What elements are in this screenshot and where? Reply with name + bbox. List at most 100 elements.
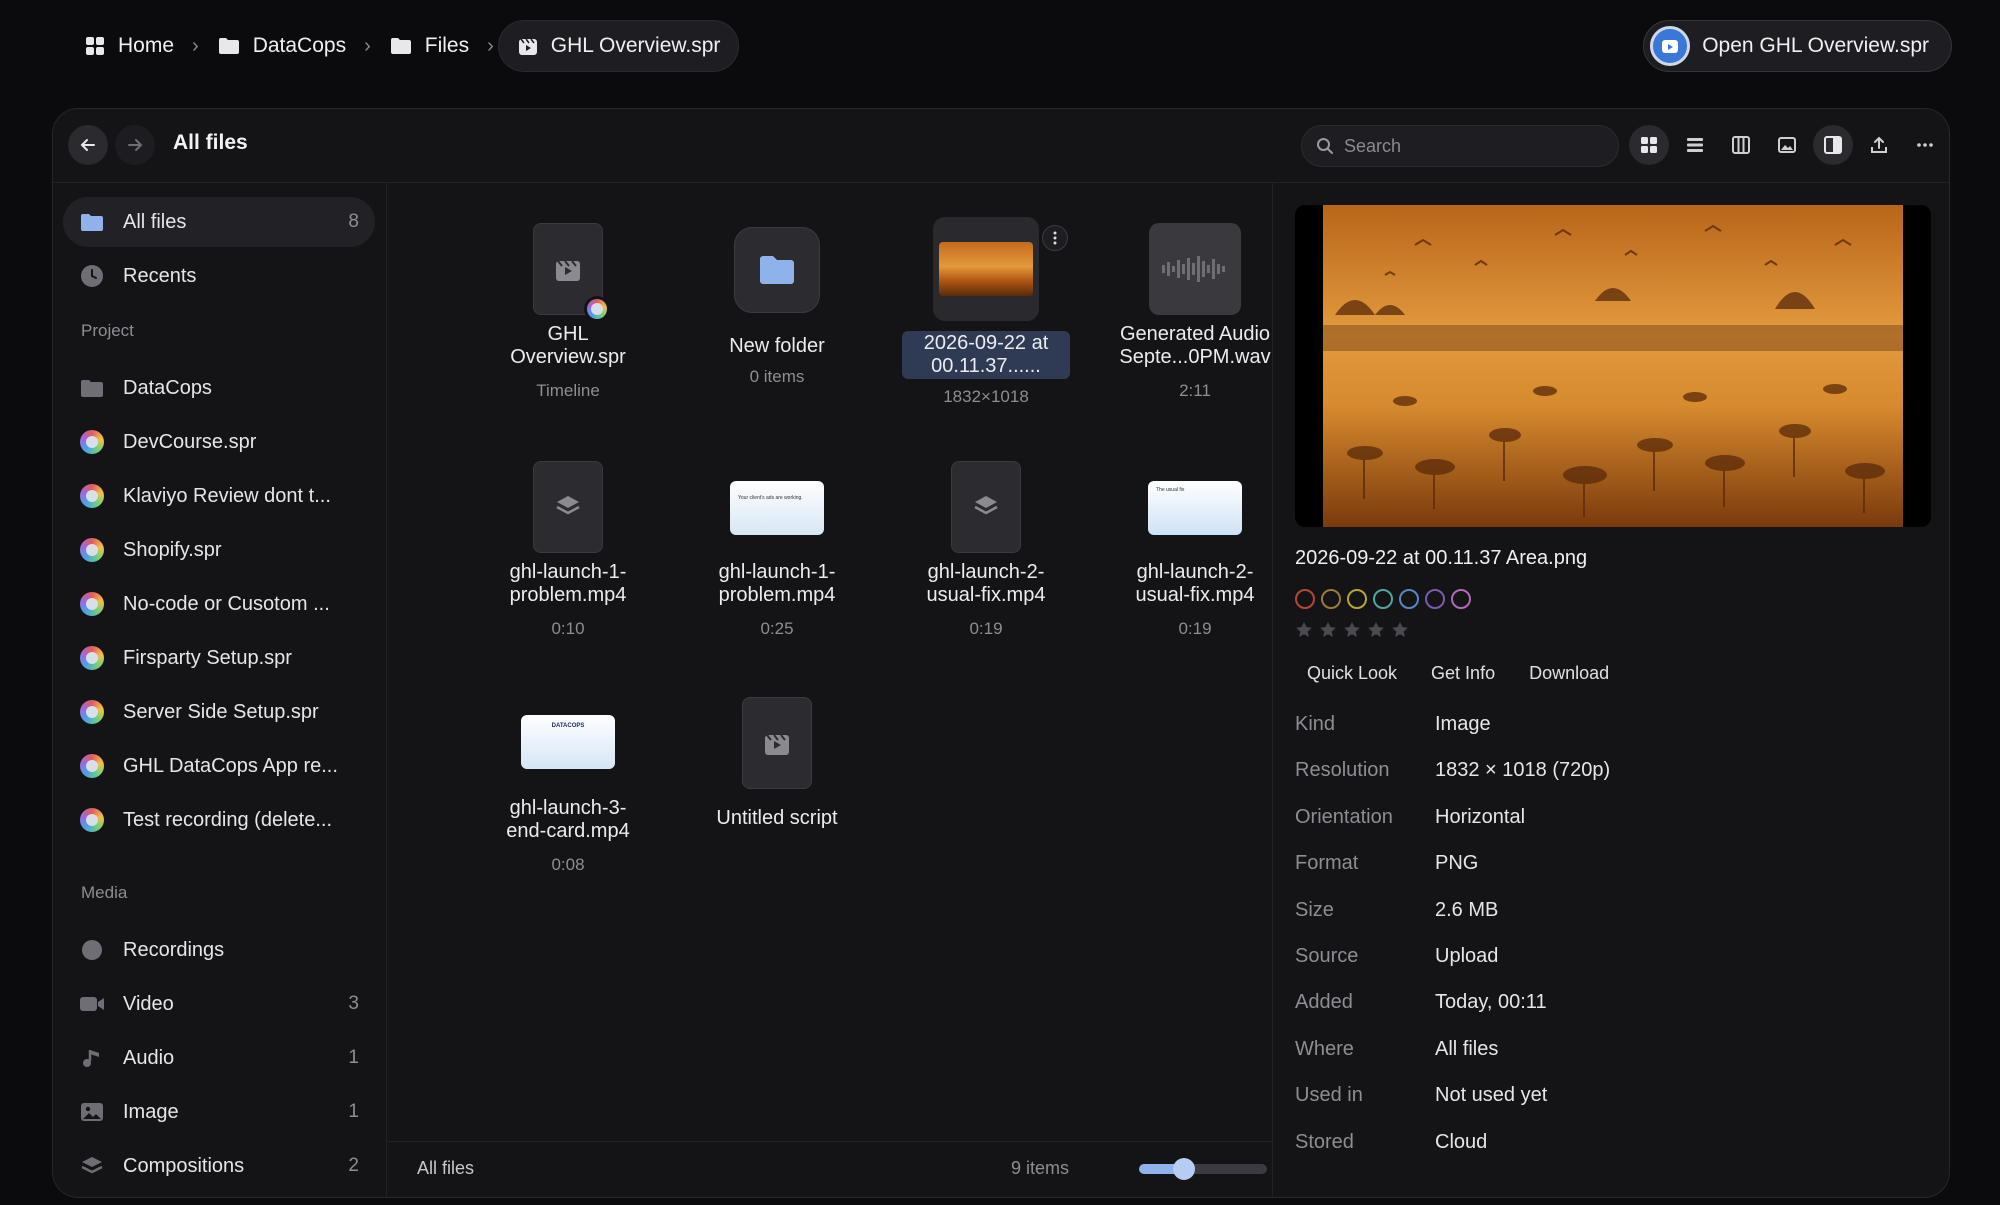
share-icon[interactable] [1859, 125, 1899, 165]
sidebar-item-firsparty[interactable]: Firsparty Setup.spr [63, 633, 375, 683]
file-tile[interactable]: Your client's ads are working. ghl-launc… [693, 461, 861, 651]
sidebar-item-devcourse[interactable]: DevCourse.spr [63, 417, 375, 467]
file-tile[interactable]: New folder 0 items [693, 223, 861, 413]
file-tile[interactable]: GHL Overview.spr Timeline [484, 223, 652, 413]
breadcrumb-files[interactable]: Files [375, 20, 483, 72]
clapper-icon [765, 734, 789, 755]
open-project-button[interactable]: Open GHL Overview.spr [1643, 20, 1952, 72]
gallery-view-icon[interactable] [1767, 125, 1807, 165]
file-tile[interactable]: The usual fix ghl-launch-2- usual-fix.mp4… [1111, 461, 1279, 651]
breadcrumb-home[interactable]: Home [70, 20, 188, 72]
sidebar-item-server-side[interactable]: Server Side Setup.spr [63, 687, 375, 737]
color-tag-orange[interactable] [1321, 589, 1341, 609]
folder-icon [79, 375, 105, 401]
arrow-left-icon [80, 139, 95, 151]
file-tile[interactable]: ghl-launch-1- problem.mp4 0:10 [484, 461, 652, 651]
sidebar-item-klaviyo[interactable]: Klaviyo Review dont t... [63, 471, 375, 521]
forward-button[interactable] [115, 125, 155, 165]
search-input[interactable] [1344, 135, 1594, 157]
list-view-icon[interactable] [1675, 125, 1715, 165]
columns-view-icon[interactable] [1721, 125, 1761, 165]
sidebar-item-compositions[interactable]: Compositions 2 [63, 1141, 375, 1191]
spr-badge-icon [584, 296, 610, 322]
sidebar-item-video[interactable]: Video 3 [63, 979, 375, 1029]
folder-icon [218, 38, 239, 54]
color-tag-purple[interactable] [1425, 589, 1445, 609]
clapper-icon [518, 38, 537, 55]
grid-icon [86, 37, 104, 55]
file-thumbnail: The usual fix [1148, 481, 1242, 535]
breadcrumb-label: Home [118, 34, 175, 57]
property-row: Size 2.6 MB [1295, 899, 1499, 921]
color-tag-pink[interactable] [1451, 589, 1471, 609]
cranes-photo [1323, 205, 1903, 527]
sidebar-item-recents[interactable]: Recents [63, 251, 375, 301]
file-tile[interactable]: Untitled script [693, 697, 861, 887]
video-icon [79, 991, 105, 1017]
color-tag-yellow[interactable] [1347, 589, 1367, 609]
file-name: ghl-launch-3- end-card.mp4 [506, 797, 630, 842]
sidebar-item-label: Video [123, 992, 174, 1015]
star-icon[interactable] [1295, 621, 1313, 639]
breadcrumb-datacops[interactable]: DataCops [203, 20, 360, 72]
color-tag-teal[interactable] [1373, 589, 1393, 609]
more-vertical-icon [1053, 231, 1057, 245]
sidebar-item-all-files[interactable]: All files 8 [63, 197, 375, 247]
layers-icon [79, 1153, 105, 1179]
star-icon[interactable] [1343, 621, 1361, 639]
file-thumbnail [734, 227, 820, 313]
spr-project-icon [79, 591, 105, 617]
file-tile[interactable]: Generated Audio Septe...0PM.wav 2:11 [1111, 223, 1279, 413]
sidebar-item-image[interactable]: Image 1 [63, 1087, 375, 1137]
preview-image[interactable] [1295, 205, 1931, 527]
zoom-slider[interactable] [1139, 1158, 1267, 1180]
thumbnail-caption: DATACOPS [551, 723, 585, 729]
sidebar-item-count: 1 [348, 1047, 359, 1068]
sidebar-item-audio[interactable]: Audio 1 [63, 1033, 375, 1083]
zoom-slider-handle[interactable] [1172, 1158, 1195, 1180]
file-tile-selected[interactable]: 2026-09-22 at 00.11.37...... 1832×1018 [902, 217, 1070, 413]
file-name: ghl-launch-1- problem.mp4 [509, 561, 627, 606]
breadcrumb-current[interactable]: GHL Overview.spr [497, 20, 740, 72]
more-icon[interactable] [1905, 125, 1945, 165]
color-tag-red[interactable] [1295, 589, 1315, 609]
download-button[interactable]: Download [1529, 663, 1609, 684]
file-name: 2026-09-22 at 00.11.37...... [902, 331, 1070, 379]
sidebar-item-label: Audio [123, 1046, 175, 1069]
color-tag-blue[interactable] [1399, 589, 1419, 609]
sidebar-item-test-recording[interactable]: Test recording (delete... [63, 795, 375, 845]
grid-view-icon[interactable] [1629, 125, 1669, 165]
thumbnail-caption: The usual fix [1156, 487, 1185, 493]
file-meta: 0:19 [1178, 619, 1212, 638]
file-meta: Timeline [536, 381, 600, 400]
preview-pane-icon[interactable] [1813, 125, 1853, 165]
sidebar-item-nocode[interactable]: No-code or Cusotom ... [63, 579, 375, 629]
file-tile[interactable]: ghl-launch-2- usual-fix.mp4 0:19 [902, 461, 1070, 651]
get-info-button[interactable]: Get Info [1431, 663, 1495, 684]
star-icon[interactable] [1319, 621, 1337, 639]
property-row: Resolution 1832 × 1018 (720p) [1295, 759, 1611, 781]
file-thumbnail [742, 697, 812, 789]
back-button[interactable] [68, 125, 108, 165]
spr-project-icon [79, 537, 105, 563]
sidebar-item-shopify[interactable]: Shopify.spr [63, 525, 375, 575]
thumbnail-caption: Your client's ads are working. [738, 495, 803, 501]
sidebar-item-label: All files [123, 210, 187, 233]
status-item-count: 9 items [1011, 1158, 1070, 1178]
star-icon[interactable] [1367, 621, 1385, 639]
sidebar-heading-project: Project [81, 321, 134, 340]
sidebar-item-ghl-app[interactable]: GHL DataCops App re... [63, 741, 375, 791]
preview-pane: 2026-09-22 at 00.11.37 Area.png Quick Lo… [1272, 183, 1949, 1197]
property-row: Used in Not used yet [1295, 1084, 1548, 1106]
search-box[interactable] [1301, 125, 1619, 167]
status-bar: All files 9 items [387, 1141, 1272, 1197]
file-tile[interactable]: DATACOPS ghl-launch-3- end-card.mp4 0:08 [484, 697, 652, 887]
file-name: ghl-launch-2- usual-fix.mp4 [926, 561, 1046, 606]
sidebar-item-datacops[interactable]: DataCops [63, 363, 375, 413]
star-icon[interactable] [1391, 621, 1409, 639]
quick-look-button[interactable]: Quick Look [1307, 663, 1397, 684]
sidebar-item-label: Test recording (delete... [123, 808, 332, 831]
sidebar-item-recordings[interactable]: Recordings [63, 925, 375, 975]
tile-menu-button[interactable] [1042, 225, 1068, 251]
image-icon [79, 1099, 105, 1125]
